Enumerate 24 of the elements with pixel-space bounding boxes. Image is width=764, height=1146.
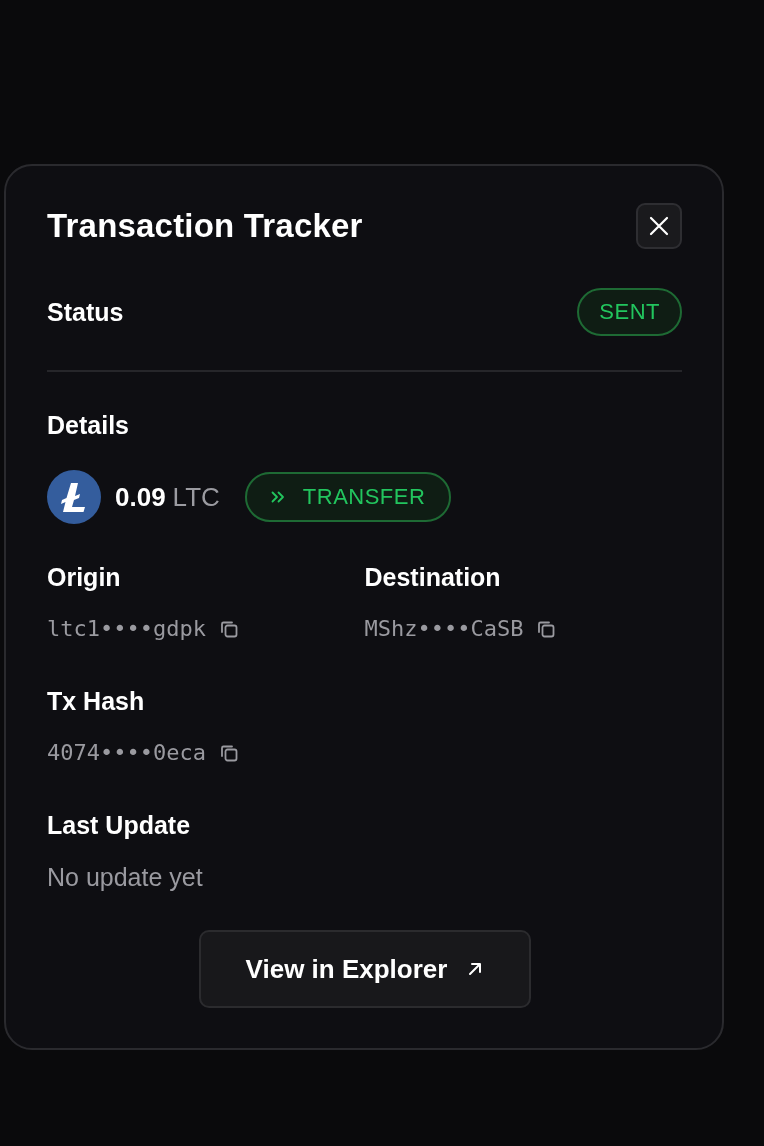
litecoin-icon bbox=[47, 470, 101, 524]
close-icon bbox=[649, 216, 669, 236]
field-value: ltc1••••gdpk bbox=[47, 615, 206, 643]
status-label: Status bbox=[47, 297, 124, 327]
field-label: Last Update bbox=[47, 810, 192, 840]
field-label: Destination bbox=[364, 562, 502, 592]
field-label: Origin bbox=[47, 562, 122, 592]
dialog-title: Transaction Tracker bbox=[47, 206, 363, 246]
status-badge: SENT bbox=[577, 288, 682, 336]
external-link-icon bbox=[467, 961, 484, 977]
field-value: MShz••••CaSB bbox=[364, 615, 524, 643]
double-chevron-icon bbox=[270, 491, 285, 503]
details-heading: Details bbox=[47, 410, 130, 440]
field-label: Tx Hash bbox=[47, 686, 146, 716]
close-button[interactable] bbox=[636, 203, 682, 249]
amount-unit: LTC bbox=[172, 481, 220, 513]
copy-icon[interactable] bbox=[537, 620, 556, 638]
amount-value: 0.09 bbox=[115, 481, 166, 513]
view-in-explorer-button[interactable]: View in Explorer bbox=[198, 930, 531, 1008]
transfer-label: TRANSFER bbox=[302, 484, 426, 510]
copy-icon[interactable] bbox=[219, 620, 238, 638]
field-value: No update yet bbox=[47, 862, 203, 892]
field-value: 4074••••0eca bbox=[47, 739, 206, 767]
copy-icon[interactable] bbox=[219, 744, 238, 762]
